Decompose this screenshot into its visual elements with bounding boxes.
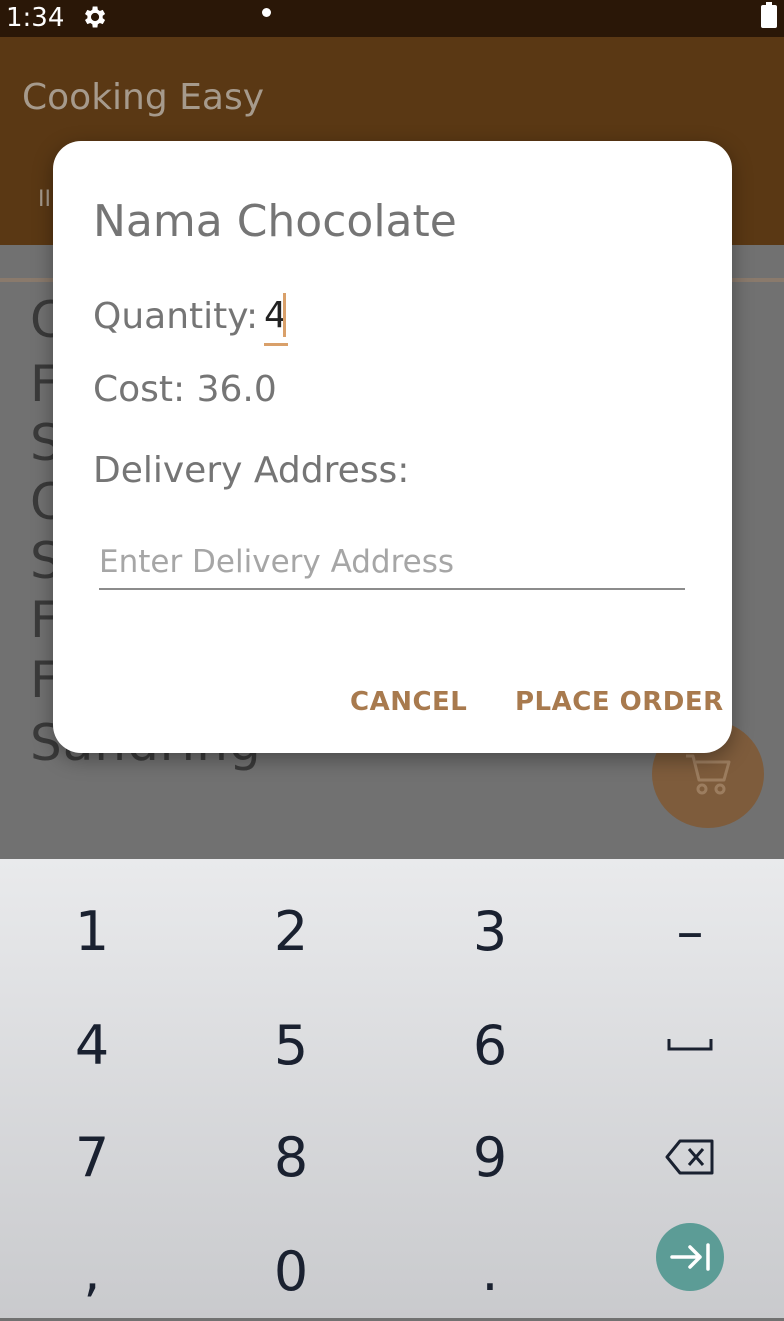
delivery-address-input[interactable] — [99, 536, 685, 590]
key-0[interactable]: 0 — [211, 1221, 371, 1321]
numeric-keyboard: 1 2 3 – 4 5 6 7 8 9 , 0 . — [0, 859, 784, 1318]
key-1[interactable]: 1 — [12, 881, 172, 981]
status-bar: 1:34 — [0, 0, 784, 37]
next-field-key[interactable] — [656, 1223, 724, 1291]
delivery-address-label: Delivery Address: — [93, 450, 410, 491]
key-backspace[interactable] — [610, 1107, 770, 1207]
space-icon — [667, 1039, 713, 1051]
key-7[interactable]: 7 — [12, 1107, 172, 1207]
cart-icon — [686, 754, 731, 795]
tab-label-peek: II — [38, 187, 51, 212]
battery-icon — [761, 2, 777, 28]
text-cursor — [283, 293, 286, 337]
status-time: 1:34 — [6, 3, 65, 33]
quantity-input[interactable]: 4 — [264, 291, 288, 346]
key-comma[interactable]: , — [12, 1221, 172, 1321]
backspace-icon — [665, 1139, 714, 1175]
quantity-label: Quantity: — [93, 296, 259, 337]
dialog-title: Nama Chocolate — [93, 196, 457, 247]
key-9[interactable]: 9 — [410, 1107, 570, 1207]
key-4[interactable]: 4 — [12, 995, 172, 1095]
order-dialog: Nama Chocolate Quantity: 4 Cost: 36.0 De… — [53, 141, 732, 753]
key-2[interactable]: 2 — [211, 881, 371, 981]
place-order-button[interactable]: PLACE ORDER — [515, 687, 724, 717]
app-title: Cooking Easy — [22, 77, 265, 118]
cancel-button[interactable]: CANCEL — [350, 687, 467, 717]
notification-dot-icon — [262, 8, 271, 17]
tab-arrow-icon — [670, 1243, 710, 1271]
key-5[interactable]: 5 — [211, 995, 371, 1095]
key-8[interactable]: 8 — [211, 1107, 371, 1207]
key-period[interactable]: . — [410, 1221, 570, 1321]
key-3[interactable]: 3 — [410, 881, 570, 981]
gear-icon — [85, 6, 106, 28]
key-6[interactable]: 6 — [410, 995, 570, 1095]
key-minus[interactable]: – — [610, 881, 770, 981]
cost-text: Cost: 36.0 — [93, 369, 277, 410]
key-space[interactable] — [610, 995, 770, 1095]
